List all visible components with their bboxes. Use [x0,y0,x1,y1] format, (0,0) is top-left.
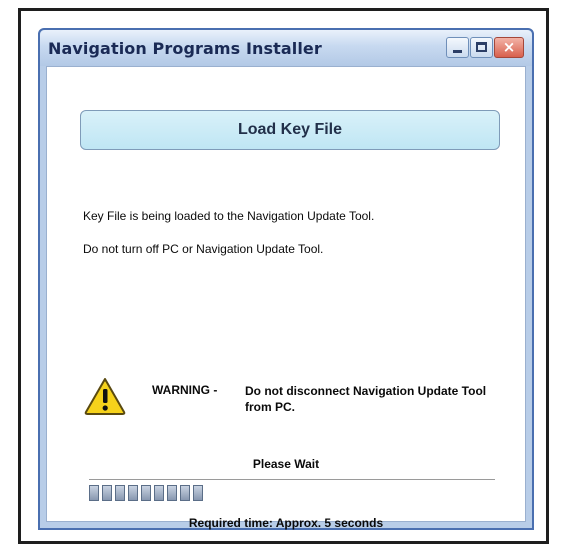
header-title: Load Key File [237,121,343,138]
progress-segment [141,485,151,501]
installer-window: Navigation Programs Installer × Load Key… [38,28,534,530]
progress-divider [89,479,495,480]
progress-segment [115,485,125,501]
header-banner: Load Key File [80,110,500,150]
progress-segment [89,485,99,501]
close-icon: × [502,38,516,56]
progress-segment [154,485,164,501]
progress-segment [180,485,190,501]
warning-label: WARNING - [152,383,218,397]
required-time: Required time: Approx. 5 seconds [188,516,384,530]
minimize-icon [453,50,462,53]
title-bar[interactable]: Navigation Programs Installer × [40,30,532,66]
close-button[interactable]: × [494,37,524,58]
progress-segment [193,485,203,501]
caution-message: Do not turn off PC or Navigation Update … [83,242,324,256]
progress-bar [89,485,495,501]
maximize-icon [476,42,487,52]
window-title: Navigation Programs Installer [48,39,322,58]
maximize-button[interactable] [470,37,493,58]
progress-segment [102,485,112,501]
progress-segment [167,485,177,501]
minimize-button[interactable] [446,37,469,58]
warning-icon [84,378,126,415]
dialog-content: Load Key File Key File is being loaded t… [46,66,526,530]
status-message: Key File is being loaded to the Navigati… [83,209,375,223]
warning-text: Do not disconnect Navigation Update Tool… [245,384,487,414]
progress-status: Please Wait [252,457,320,471]
progress-segment [128,485,138,501]
